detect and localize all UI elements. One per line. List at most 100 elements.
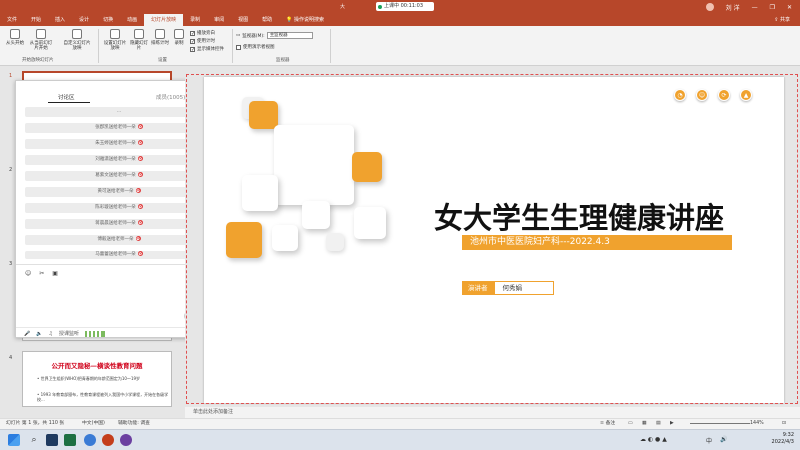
menu-transitions[interactable]: 切换 — [96, 14, 120, 26]
flower-icon: ✿ — [137, 251, 143, 256]
meeting-timer-text: 上课中 00:11:03 — [384, 3, 424, 9]
hide-slide-icon — [134, 29, 144, 39]
timing-checkbox[interactable]: ✓ 使用计时 — [190, 38, 215, 44]
custom-show-button[interactable]: 自定义幻灯片放映 — [62, 29, 92, 51]
menu-design[interactable]: 设计 — [72, 14, 96, 26]
custom-show-icon — [72, 29, 82, 39]
current-slide[interactable]: ◔ ☺ ⟳ ▲ 女大学生生理健康讲座 池州市中医医院妇产科---2022.4.3… — [204, 77, 784, 403]
monitor-value: 主监视器 — [269, 33, 288, 38]
notes-toggle[interactable]: ≡ 备注 — [600, 419, 615, 429]
flower-icon: ✿ — [137, 140, 143, 145]
close-icon[interactable]: ✕ — [787, 4, 792, 11]
browser-icon[interactable] — [84, 434, 96, 446]
hide-slide-button[interactable]: 隐藏幻灯片 — [128, 29, 150, 51]
meeting-timer[interactable]: 上课中 00:11:03 — [376, 2, 434, 11]
notes-placeholder: 单击此处添加备注 — [193, 409, 234, 415]
presenter-view-label: 使用演示者视图 — [243, 45, 275, 50]
normal-view-icon[interactable]: ▭ — [628, 419, 633, 429]
message-text: 黄可送给老师一朵 — [97, 189, 134, 194]
taskbar: ⌕ ☁ ◐ ● ▲ 中 🔊 9:32 2022/4/3 — [0, 429, 800, 450]
badge-icon: ◔ — [674, 89, 686, 101]
ime-indicator[interactable]: 中 — [706, 436, 712, 445]
share-button[interactable]: ⇪ 共享 — [767, 14, 800, 26]
flower-icon: ✿ — [137, 156, 143, 161]
decor-square — [354, 207, 386, 239]
notes-toggle-label: 备注 — [605, 421, 616, 426]
decor-square — [326, 233, 344, 251]
search-icon[interactable]: ⌕ — [28, 434, 40, 446]
message-text: … — [116, 109, 122, 114]
slide-subtitle[interactable]: 池州市中医医院妇产科---2022.4.3 — [462, 235, 732, 250]
task-view-icon[interactable] — [46, 434, 58, 446]
menu-home[interactable]: 开始 — [24, 14, 48, 26]
flower-icon: ✿ — [137, 220, 143, 225]
microphone-icon[interactable]: 🎤 — [24, 331, 30, 337]
setup-show-button[interactable]: 设置幻灯片放映 — [102, 29, 128, 51]
rehearse-button[interactable]: 排练计时 — [150, 29, 170, 46]
chat-toolbar: ☺ ✂ ▣ — [25, 270, 58, 277]
media-label: 显示媒体控件 — [197, 47, 224, 52]
speaker-icon[interactable]: 🔊 — [720, 436, 727, 443]
menu-insert[interactable]: 插入 — [48, 14, 72, 26]
slide-title[interactable]: 女大学生生理健康讲座 — [434, 195, 724, 237]
monitor-audio-label: 授课监听 — [58, 331, 79, 337]
menu-animations[interactable]: 动画 — [120, 14, 144, 26]
message-text: 朱玉婷送给老师一朵 — [95, 141, 136, 146]
notes-pane[interactable]: 单击此处添加备注 — [185, 407, 800, 418]
zoom-level[interactable]: 144% — [750, 419, 764, 429]
tell-me-search[interactable]: 💡 操作说明搜索 — [279, 14, 331, 26]
group-setup-label: 设置 — [158, 58, 167, 63]
slide-number: 3 — [9, 261, 13, 267]
decor-square — [352, 152, 382, 182]
menu-review[interactable]: 审阅 — [207, 14, 231, 26]
powerpoint-icon[interactable] — [102, 434, 114, 446]
message-text: 傅毅送给老师一朵 — [97, 237, 134, 242]
flower-icon: ✿ — [137, 172, 143, 177]
menu-record[interactable]: 录制 — [183, 14, 207, 26]
message-text: 刘雅潇送给老师一朵 — [95, 157, 136, 162]
accessibility-status[interactable]: 辅助功能: 调查 — [118, 419, 150, 429]
speaker-icon[interactable]: 🔈 — [36, 331, 42, 337]
restore-icon[interactable]: ❐ — [770, 4, 775, 11]
decor-square — [226, 222, 262, 258]
fit-window-icon[interactable]: ⊡ — [782, 419, 786, 429]
start-icon[interactable] — [8, 434, 20, 446]
language-status[interactable]: 中文(中国) — [82, 419, 105, 429]
record-button[interactable]: 录制 — [172, 29, 186, 46]
speaker-box[interactable]: 演讲者 何秀娟 — [462, 281, 554, 295]
presenter-view-checkbox[interactable]: 使用演示者视图 — [236, 44, 275, 50]
group-monitor-label: 监视器 — [276, 58, 290, 63]
image-icon[interactable]: ▣ — [52, 270, 58, 277]
divider — [98, 29, 99, 63]
tab-members[interactable]: 成员(1005) — [156, 93, 185, 101]
music-icon[interactable]: ♫ — [48, 331, 52, 337]
tell-me-label: 操作说明搜索 — [294, 17, 325, 23]
active-tab-indicator — [48, 102, 90, 103]
media-checkbox[interactable]: ✓ 显示媒体控件 — [190, 46, 224, 52]
slide-thumbnail-4[interactable]: 公开而又隐秘—横谈性教育问题 • 世界卫生组织(WHO)把青春期的年龄范围定为1… — [22, 351, 172, 407]
scissors-icon[interactable]: ✂ — [39, 270, 44, 277]
menu-file[interactable]: 文件 — [0, 14, 24, 26]
monitor-select[interactable]: 主监视器 — [266, 32, 313, 39]
clock[interactable]: 9:32 2022/4/3 — [772, 432, 794, 446]
minimize-icon[interactable]: — — [752, 4, 758, 11]
menu-help[interactable]: 帮助 — [255, 14, 279, 26]
menu-slideshow[interactable]: 幻灯片放映 — [144, 14, 184, 26]
menu-view[interactable]: 视图 — [231, 14, 255, 26]
zoom-slider[interactable] — [690, 423, 750, 424]
avatar[interactable] — [705, 3, 714, 11]
checkbox-empty-icon — [236, 44, 241, 50]
reading-view-icon[interactable]: ▤ — [656, 419, 661, 429]
slide-count: 幻灯片 第 1 张，共 110 张 — [6, 421, 65, 426]
sorter-view-icon[interactable]: ▦ — [642, 419, 647, 429]
from-current-button[interactable]: 从当前幻灯片开始 — [28, 29, 54, 51]
tab-discussion[interactable]: 讨论区 — [58, 93, 75, 101]
from-start-button[interactable]: 从头开始 — [4, 29, 26, 46]
app-icon[interactable] — [120, 434, 132, 446]
slideshow-view-icon[interactable]: ▶ — [670, 419, 674, 429]
excel-icon[interactable] — [64, 434, 76, 446]
tray-icons[interactable]: ☁ ◐ ● ▲ — [640, 436, 667, 443]
emoji-icon[interactable]: ☺ — [25, 270, 31, 277]
narration-checkbox[interactable]: ✓ 播放旁白 — [190, 30, 215, 36]
share-label: 共享 — [779, 17, 790, 23]
